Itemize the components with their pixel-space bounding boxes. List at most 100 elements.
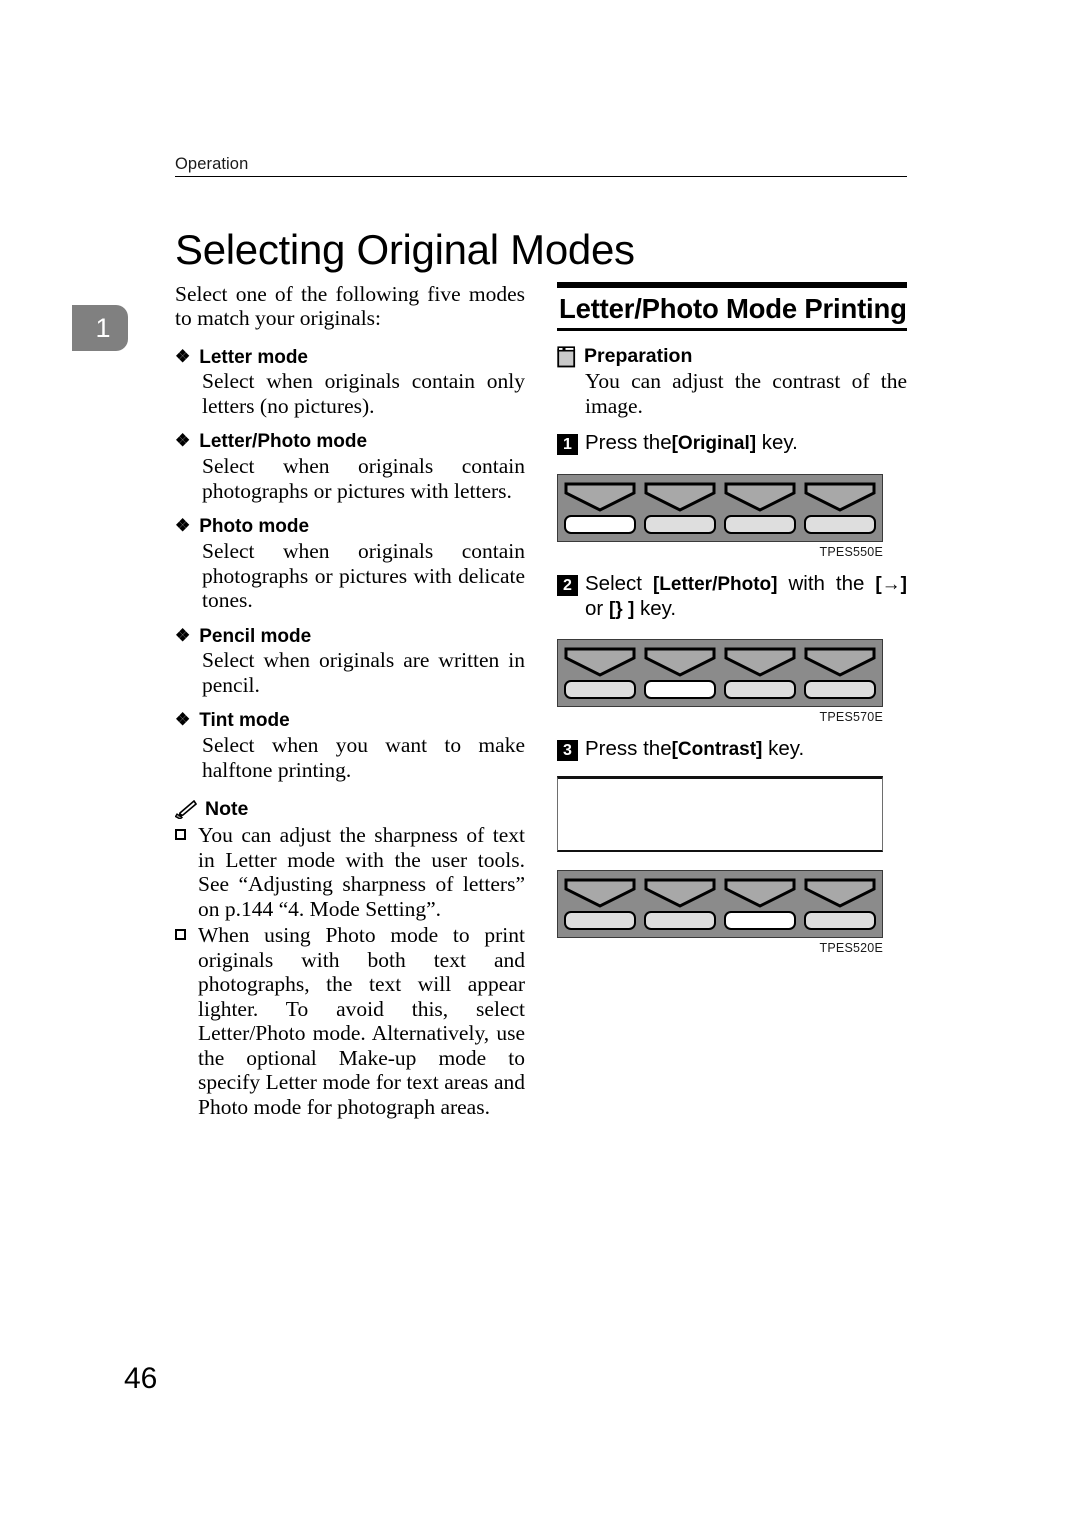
step-prefix: Select bbox=[585, 571, 653, 595]
chevron-down-icon bbox=[564, 647, 636, 678]
mode-description: Select when originals are written in pen… bbox=[202, 648, 525, 697]
step-suffix: key. bbox=[762, 737, 805, 761]
mode-heading: ❖ Photo mode bbox=[175, 516, 525, 538]
panel-button[interactable] bbox=[644, 514, 716, 534]
note-list-item: When using Photo mode to print originals… bbox=[175, 923, 525, 1119]
panel-key bbox=[804, 647, 876, 700]
chapter-tab-number: 1 bbox=[95, 312, 111, 343]
left-column: Select one of the following five modes t… bbox=[175, 282, 525, 1121]
note-item-text: When using Photo mode to print originals… bbox=[198, 923, 525, 1119]
square-bullet-icon bbox=[175, 929, 186, 941]
mode-heading: ❖ Pencil mode bbox=[175, 626, 525, 648]
running-head-label: Operation bbox=[175, 155, 249, 173]
control-panel bbox=[557, 870, 883, 939]
mode-heading: ❖ Letter/Photo mode bbox=[175, 431, 525, 453]
mode-block-tint: ❖ Tint mode Select when you want to make… bbox=[175, 710, 525, 782]
step-suffix: key. bbox=[756, 431, 798, 454]
chevron-down-icon bbox=[644, 878, 716, 908]
section-rule-bottom bbox=[557, 328, 907, 331]
panel-key bbox=[564, 482, 636, 534]
chevron-down-icon bbox=[804, 647, 876, 678]
panel-key bbox=[564, 878, 636, 931]
step-text: Select [Letter/Photo] with the [→] or [}… bbox=[585, 572, 907, 622]
control-panel bbox=[557, 473, 883, 542]
key-label-original: [Original] bbox=[671, 433, 757, 454]
chevron-down-icon bbox=[564, 878, 636, 908]
diamond-bullet-icon: ❖ bbox=[175, 346, 191, 366]
chevron-down-icon bbox=[724, 878, 796, 908]
page-title: Selecting Original Modes bbox=[175, 226, 635, 274]
preparation-heading-label: Preparation bbox=[584, 345, 693, 367]
mode-block-photo: ❖ Photo mode Select when originals conta… bbox=[175, 516, 525, 612]
mode-description: Select when originals contain only lette… bbox=[202, 369, 525, 418]
step-number: 3 bbox=[557, 740, 578, 762]
figure-caption: TPES570E bbox=[819, 710, 883, 725]
running-head: Operation bbox=[175, 155, 907, 178]
document-page: Operation 1 Selecting Original Modes Sel… bbox=[0, 0, 1080, 1528]
step-suffix: key. bbox=[634, 596, 677, 620]
section-title: Letter/Photo Mode Printing bbox=[559, 293, 907, 324]
panel-key bbox=[724, 482, 796, 534]
panel-button[interactable] bbox=[804, 514, 876, 534]
panel-key bbox=[724, 878, 796, 931]
panel-button[interactable] bbox=[724, 911, 796, 931]
square-bullet bbox=[175, 929, 189, 1119]
panel-key bbox=[644, 647, 716, 700]
book-icon bbox=[557, 345, 576, 367]
step-2: 2 Select [Letter/Photo] with the [→] or … bbox=[557, 572, 907, 622]
key-label-letter-photo: [Letter/Photo] bbox=[652, 573, 778, 595]
diamond-bullet-icon: ❖ bbox=[175, 710, 191, 730]
mode-heading: ❖ Tint mode bbox=[175, 710, 525, 732]
intro-paragraph: Select one of the following five modes t… bbox=[175, 282, 525, 331]
panel-key bbox=[564, 647, 636, 700]
figure-letter-photo-selected-panel: TPES570E bbox=[557, 639, 907, 724]
note-heading: Note bbox=[175, 798, 525, 821]
preparation-body: You can adjust the contrast of the image… bbox=[585, 369, 907, 418]
chevron-down-icon bbox=[644, 482, 716, 512]
mode-heading-label: Pencil mode bbox=[199, 625, 312, 647]
step-middle-2: or bbox=[585, 596, 609, 620]
panel-button[interactable] bbox=[564, 680, 636, 700]
note-item-text: You can adjust the sharpness of text in … bbox=[198, 823, 525, 921]
panel-key bbox=[644, 878, 716, 931]
mode-description: Select when originals contain photograph… bbox=[202, 539, 525, 613]
pencil-icon bbox=[175, 800, 197, 820]
chevron-down-icon bbox=[724, 482, 796, 512]
mode-block-letter-photo: ❖ Letter/Photo mode Select when original… bbox=[175, 431, 525, 503]
step-middle: with the bbox=[777, 571, 876, 595]
note-list: You can adjust the sharpness of text in … bbox=[175, 823, 525, 1119]
note-list-item: You can adjust the sharpness of text in … bbox=[175, 823, 525, 921]
panel-key bbox=[644, 482, 716, 534]
chevron-down-icon bbox=[804, 482, 876, 512]
chevron-down-icon bbox=[724, 647, 796, 678]
chevron-down-icon bbox=[644, 647, 716, 678]
step-3: 3 Press the[Contrast] key. bbox=[557, 737, 907, 762]
running-head-rule bbox=[175, 176, 907, 178]
panel-button[interactable] bbox=[644, 911, 716, 931]
panel-button[interactable] bbox=[804, 911, 876, 931]
step-text: Press the[Contrast] key. bbox=[585, 737, 907, 762]
mode-block-pencil: ❖ Pencil mode Select when originals are … bbox=[175, 626, 525, 698]
step-number: 2 bbox=[557, 574, 578, 596]
note-heading-label: Note bbox=[205, 798, 249, 821]
panel-key bbox=[804, 482, 876, 534]
key-label-right-arrow: [→] bbox=[875, 573, 908, 595]
panel-button[interactable] bbox=[564, 514, 636, 534]
diamond-bullet-icon: ❖ bbox=[175, 625, 191, 645]
panel-key bbox=[724, 647, 796, 700]
mode-description: Select when originals contain photograph… bbox=[202, 454, 525, 503]
diamond-bullet-icon: ❖ bbox=[175, 431, 191, 451]
control-panel bbox=[557, 639, 883, 708]
figure-caption: TPES520E bbox=[819, 941, 883, 956]
mode-heading-label: Letter mode bbox=[199, 346, 308, 368]
section-header: Letter/Photo Mode Printing bbox=[557, 282, 907, 331]
step-number: 1 bbox=[557, 434, 578, 455]
diamond-bullet-icon: ❖ bbox=[175, 516, 191, 536]
panel-button[interactable] bbox=[724, 680, 796, 700]
panel-button[interactable] bbox=[644, 680, 716, 700]
mode-block-letter: ❖ Letter mode Select when originals cont… bbox=[175, 347, 525, 419]
panel-button[interactable] bbox=[804, 680, 876, 700]
panel-button[interactable] bbox=[564, 911, 636, 931]
panel-button[interactable] bbox=[724, 514, 796, 534]
page-number: 46 bbox=[124, 1362, 158, 1395]
